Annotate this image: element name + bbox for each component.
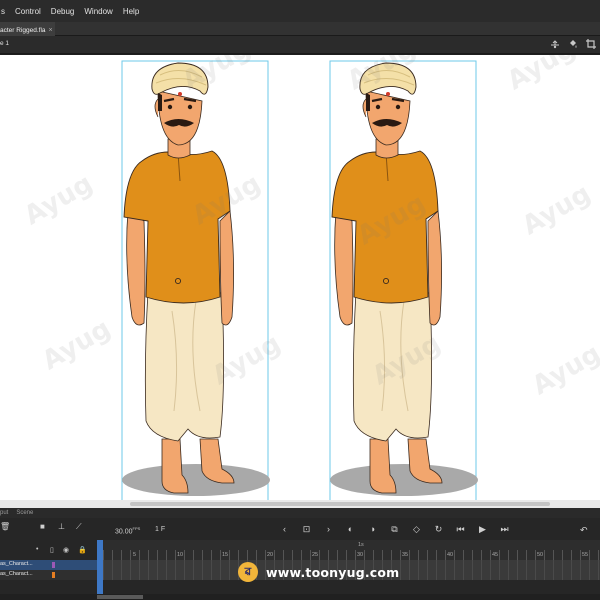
ruler-label: 30: [357, 552, 364, 558]
fps-value: 30.00: [115, 528, 133, 536]
menu-item-debug[interactable]: Debug: [46, 7, 80, 16]
ruler-label: 50: [537, 552, 544, 558]
timeline-panel: 🗑 ■ ⊥ ⟋ 30.00FPS 1 F ‹ ⊡ › ◐ ◑ ⧉ ◇ ↻ ⏮ ▶…: [0, 518, 600, 600]
ruler-label: 10: [177, 552, 184, 558]
layer-name[interactable]: as_Charact...: [0, 561, 60, 567]
step-forward-icon[interactable]: ⏭: [498, 524, 511, 535]
paint-bucket-icon[interactable]: [568, 39, 578, 49]
tab-scene[interactable]: Scene: [16, 508, 33, 518]
fps-display[interactable]: 30.00FPS: [115, 526, 140, 535]
fps-unit: FPS: [132, 526, 141, 531]
frame-value: 1: [155, 526, 159, 533]
playhead[interactable]: [97, 540, 103, 600]
frame-display[interactable]: 1 F: [155, 526, 165, 533]
parent-view-icon[interactable]: ⊥: [58, 522, 65, 531]
ruler-label: 35: [402, 552, 409, 558]
graph-icon[interactable]: ⟋: [76, 522, 82, 532]
menu-item-help[interactable]: Help: [118, 7, 144, 16]
ruler-label: 15: [222, 552, 229, 558]
transport-controls: ‹ ⊡ › ◐ ◑ ⧉ ◇ ↻ ⏮ ▶ ⏭: [278, 524, 511, 535]
camera-icon[interactable]: [550, 39, 560, 49]
chevron-left-icon[interactable]: ‹: [278, 524, 291, 535]
timeline-ruler[interactable]: 1s 5 10 15 20 25 30 35 40 45 50 55: [103, 540, 600, 560]
lock-icon[interactable]: 🔒: [78, 546, 87, 554]
brand-logo: ৱ: [238, 562, 258, 582]
menu-bar: s Control Debug Window Help: [0, 0, 600, 22]
edit-bar-icons: [550, 39, 596, 49]
layer-color-chip: [52, 572, 55, 578]
tab-output[interactable]: put: [0, 508, 8, 518]
ruler-label: 20: [267, 552, 274, 558]
play-icon[interactable]: ▶: [476, 524, 489, 535]
stage-canvas[interactable]: Ayug Ayug Ayug Ayug Ayug Ayug Ayug Ayug …: [0, 55, 600, 500]
edit-multiple-frames-icon[interactable]: ⧉: [388, 524, 401, 535]
layer-color-chip: [52, 562, 55, 568]
brand-url[interactable]: www.toonyug.com: [266, 565, 399, 580]
timeline-scrollbar[interactable]: [0, 594, 600, 600]
trash-icon[interactable]: 🗑: [0, 522, 10, 531]
step-back-icon[interactable]: ⏮: [454, 524, 467, 535]
frame-unit: F: [160, 526, 166, 533]
scene-selector[interactable]: e 1: [0, 40, 9, 47]
crop-icon[interactable]: [586, 39, 596, 49]
panel-tab-bar: put Scene: [0, 508, 600, 518]
onion-outline-icon[interactable]: ◑: [366, 524, 379, 535]
ruler-label: 40: [447, 552, 454, 558]
document-tab[interactable]: acter Rigged.fla ×: [0, 22, 55, 36]
brand-banner: ৱ www.toonyug.com: [238, 561, 399, 583]
timeline-controls: 30.00FPS 1 F ‹ ⊡ › ◐ ◑ ⧉ ◇ ↻ ⏮ ▶ ⏭ ↶: [100, 520, 600, 540]
document-tab-bar: acter Rigged.fla ×: [0, 22, 600, 36]
undo-icon[interactable]: ↶: [580, 525, 588, 536]
close-icon[interactable]: ×: [49, 27, 53, 34]
camera-layer-icon[interactable]: ■: [40, 522, 45, 531]
ruler-label: 5: [133, 552, 137, 558]
menu-item-control[interactable]: Control: [10, 7, 46, 16]
eye-icon[interactable]: ◉: [63, 546, 69, 554]
ruler-label: 45: [492, 552, 499, 558]
layer-name[interactable]: as_Charact...: [0, 571, 60, 577]
character-right[interactable]: [328, 60, 480, 500]
document-tab-label: acter Rigged.fla: [0, 26, 46, 34]
stage-artwork: [120, 60, 480, 500]
dot-icon: •: [36, 546, 39, 553]
scrollbar-thumb[interactable]: [130, 502, 550, 506]
loop-icon[interactable]: ↻: [432, 524, 445, 535]
onion-skin-icon[interactable]: ◐: [344, 524, 357, 535]
ruler-label: 55: [582, 552, 589, 558]
ruler-label: 25: [312, 552, 319, 558]
edit-bar: e 1: [0, 36, 600, 54]
chevron-right-icon[interactable]: ›: [322, 524, 335, 535]
seconds-label: 1s: [358, 542, 364, 548]
character-left[interactable]: [120, 60, 272, 500]
menu-item-commands[interactable]: s: [0, 7, 10, 16]
timeline-layer-tools: 🗑 ■ ⊥ ⟋: [0, 522, 96, 536]
stage-horizontal-scrollbar[interactable]: [0, 500, 600, 508]
menu-item-window[interactable]: Window: [79, 7, 117, 16]
center-frame-icon[interactable]: ⊡: [300, 524, 313, 535]
insert-keyframe-icon[interactable]: ◇: [410, 524, 423, 535]
scrollbar-thumb[interactable]: [97, 595, 143, 599]
outline-icon[interactable]: ▯: [50, 546, 54, 554]
layer-header: • ▯ ◉ 🔒: [0, 546, 96, 558]
